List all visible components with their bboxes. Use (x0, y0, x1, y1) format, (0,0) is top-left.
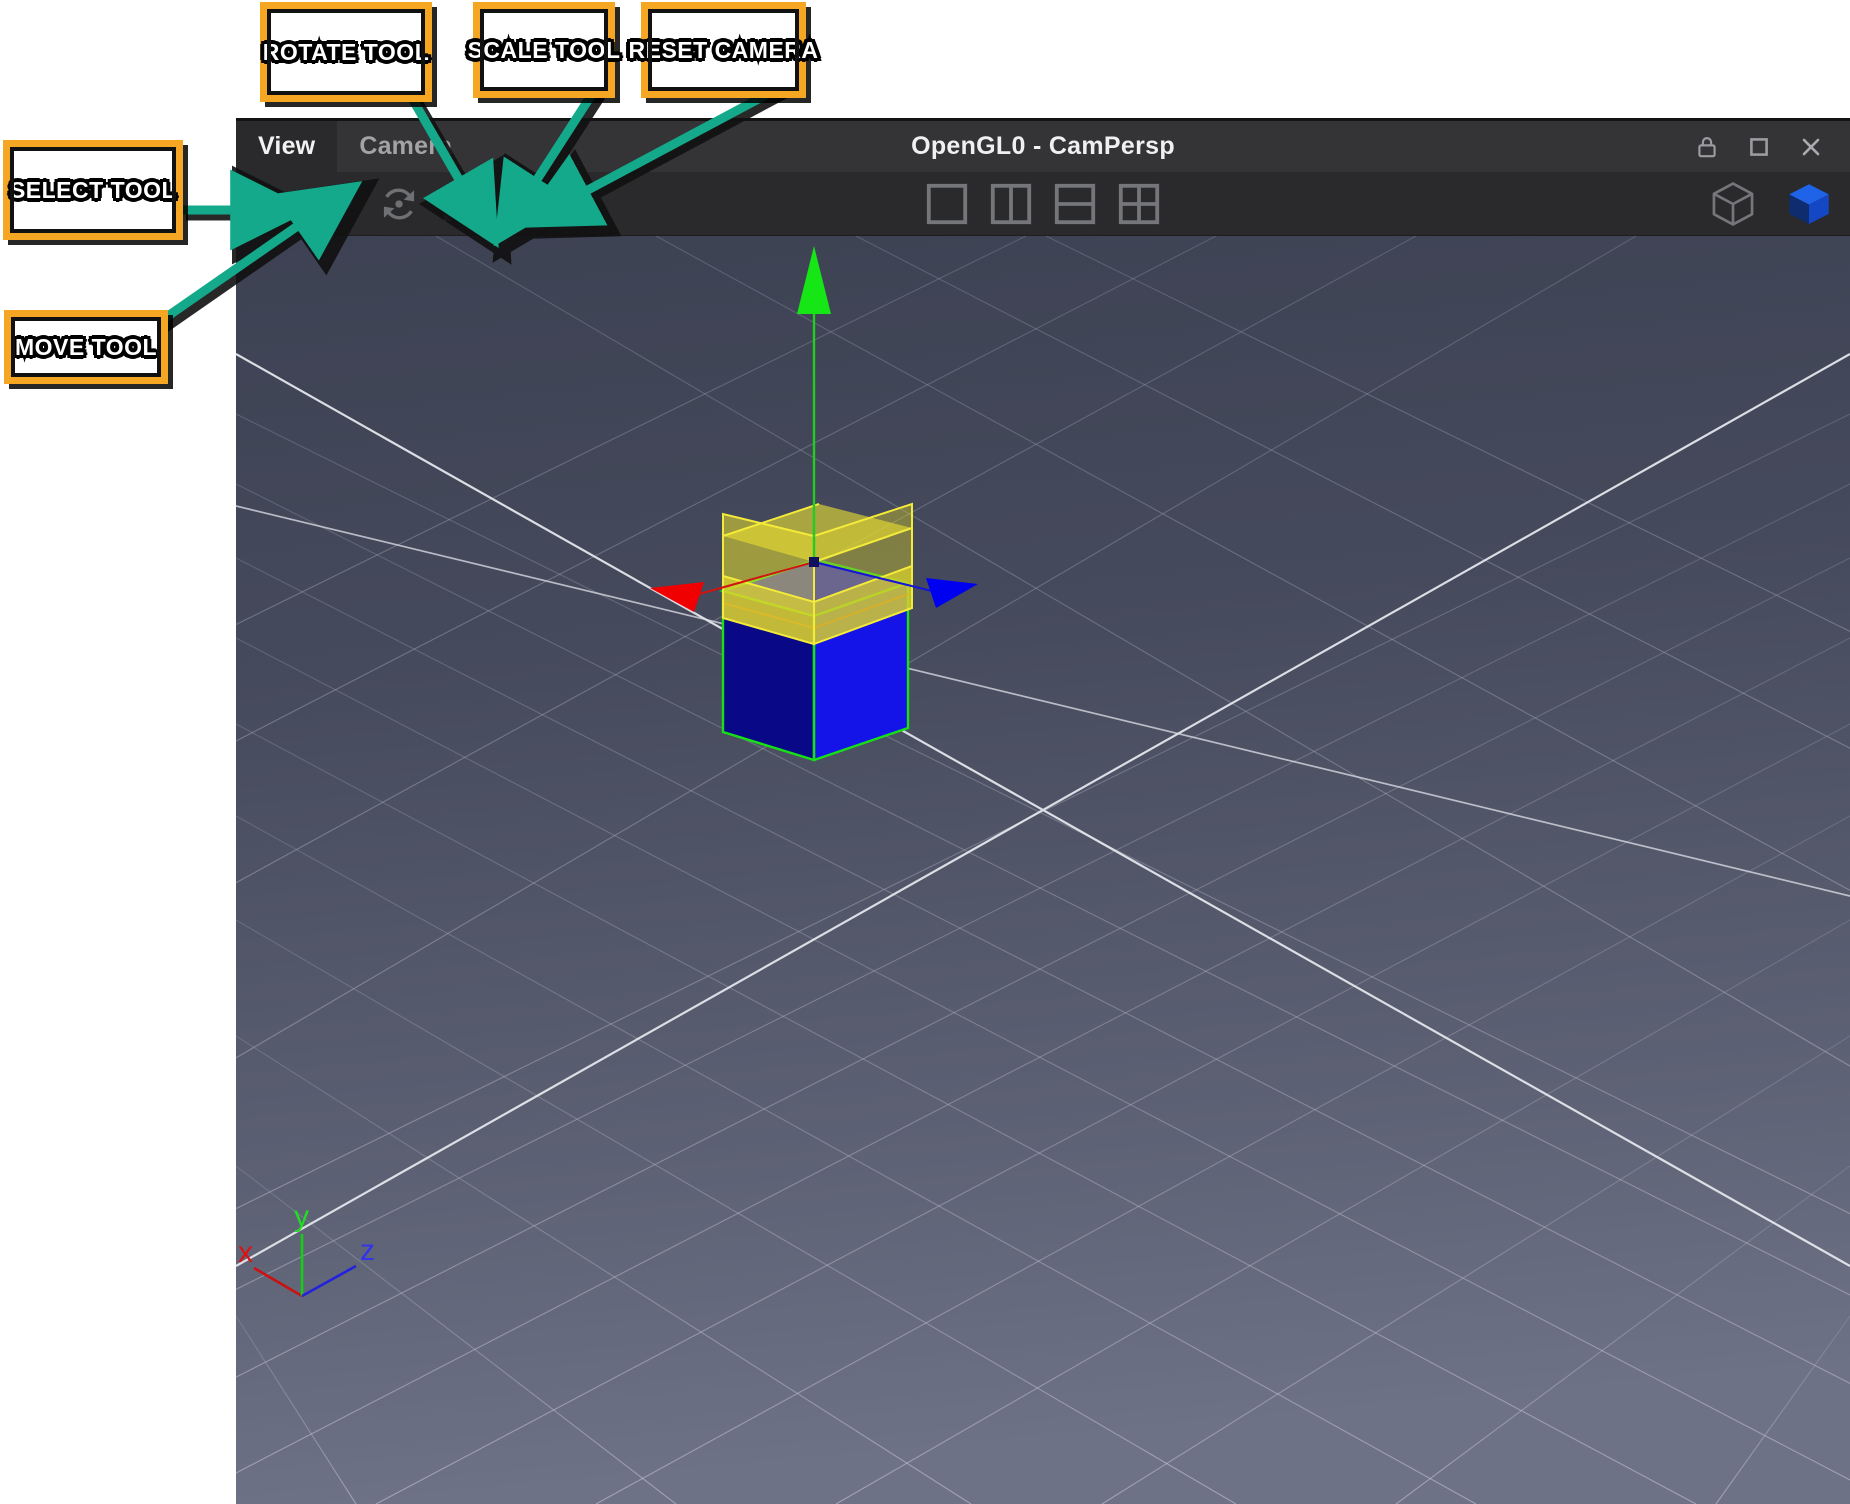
callout-select-tool: SELECT TOOL (3, 140, 183, 240)
tool-bar (236, 172, 1850, 236)
application-window: View Camera OpenGL0 - CamPersp x y z (236, 118, 1850, 1504)
window-controls (1694, 121, 1840, 172)
callout-reset-camera: RESET CAMERA (625, 2, 821, 98)
layout-quad-button[interactable] (1113, 178, 1165, 230)
menu-tab-camera[interactable]: Camera (337, 121, 474, 172)
window-title-text: OpenGL0 - CamPersp (911, 132, 1175, 160)
callout-move-tool-label: MOVE TOOL (12, 331, 160, 363)
title-bar: View Camera OpenGL0 - CamPersp (236, 118, 1850, 172)
layout-single-button[interactable] (921, 178, 973, 230)
layout-two-vertical-button[interactable] (985, 178, 1037, 230)
close-icon[interactable] (1798, 134, 1824, 160)
transform-tool-group (236, 176, 552, 232)
solid-cube-icon[interactable] (1782, 177, 1836, 231)
callout-scale-tool-label: SCALE TOOL (465, 34, 623, 66)
scale-tool-button[interactable] (432, 176, 490, 232)
select-tool-button[interactable] (246, 176, 304, 232)
rotate-tool-button[interactable] (370, 176, 428, 232)
axis-z-line (301, 1264, 357, 1298)
callout-reset-camera-label: RESET CAMERA (625, 34, 821, 66)
viewport-3d[interactable]: x y z (236, 236, 1850, 1504)
layout-two-horizontal-button[interactable] (1049, 178, 1101, 230)
axis-x-line (253, 1266, 303, 1298)
axis-z-label: z (360, 1234, 375, 1267)
callout-select-tool-label: SELECT TOOL (7, 174, 179, 206)
move-tool-button[interactable] (308, 176, 366, 232)
window-title: OpenGL0 - CamPersp (236, 121, 1850, 172)
wireframe-cube-icon[interactable] (1706, 177, 1760, 231)
callout-rotate-tool-label: ROTATE TOOL (260, 36, 432, 68)
screenshot-root: View Camera OpenGL0 - CamPersp x y z SEL… (0, 0, 1850, 1504)
axis-orientation-gizmo: x y z (238, 1200, 375, 1298)
lock-icon[interactable] (1694, 134, 1720, 160)
callout-move-tool: MOVE TOOL (4, 310, 168, 384)
axis-y-label: y (294, 1200, 309, 1233)
menu-tab-view-label: View (258, 132, 316, 160)
reset-camera-button[interactable] (494, 176, 552, 232)
maximize-icon[interactable] (1746, 134, 1772, 160)
menu-tab-camera-label: Camera (359, 132, 453, 160)
axis-x-label: x (238, 1236, 253, 1269)
callout-scale-tool: SCALE TOOL (465, 2, 623, 98)
callout-rotate-tool: ROTATE TOOL (260, 2, 432, 102)
menu-tab-view[interactable]: View (236, 121, 338, 172)
shading-mode-group (1706, 177, 1836, 231)
